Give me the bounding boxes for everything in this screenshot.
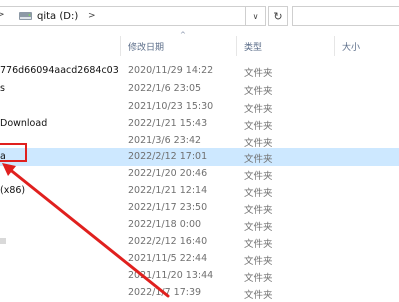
file-type: 文件夹 xyxy=(244,121,273,132)
file-type: 文件夹 xyxy=(244,273,273,284)
refresh-icon: ↻ xyxy=(273,9,283,23)
file-type: 文件夹 xyxy=(244,222,273,233)
file-type: 文件夹 xyxy=(244,154,273,165)
list-item[interactable]: 2022/1/7 17:39 文件夹 xyxy=(0,284,399,302)
file-date: 2022/1/17 23:50 xyxy=(128,202,208,213)
list-item[interactable]: Download 2022/1/21 15:43 文件夹 xyxy=(0,115,399,133)
file-type: 文件夹 xyxy=(244,138,273,149)
list-item[interactable]: 2022/1/20 20:46 文件夹 xyxy=(0,165,399,183)
breadcrumb-separator-2[interactable]: > xyxy=(88,11,96,21)
file-type: 文件夹 xyxy=(244,205,273,216)
item-icon-fragment xyxy=(0,238,6,244)
list-item[interactable]: 2022/1/17 23:50 文件夹 xyxy=(0,199,399,217)
sort-indicator-icon: ^ xyxy=(180,31,186,39)
file-type: 文件夹 xyxy=(244,68,273,79)
list-item[interactable]: s 2022/1/6 23:05 文件夹 xyxy=(0,80,399,98)
file-date: 2022/2/12 16:40 xyxy=(128,236,208,247)
list-item[interactable]: 2021/10/23 15:30 文件夹 xyxy=(0,98,399,116)
list-item[interactable]: 776d66094aacd2684c03 2020/11/29 14:22 文件… xyxy=(0,62,399,80)
column-header-date[interactable]: 修改日期 xyxy=(128,40,164,53)
annotation-highlight-box xyxy=(0,143,27,162)
column-divider[interactable] xyxy=(120,36,121,56)
file-date: 2020/11/29 14:22 xyxy=(128,65,214,76)
file-date: 2022/1/6 23:05 xyxy=(128,83,202,94)
column-divider[interactable] xyxy=(334,36,335,56)
column-header-bar: ^ 修改日期 类型 大小 xyxy=(0,31,399,58)
file-date: 2022/1/21 12:14 xyxy=(128,185,208,196)
file-type: 文件夹 xyxy=(244,104,273,115)
file-date: 2022/2/12 17:01 xyxy=(128,151,208,162)
address-bar: > qita (D:) > ∨ ↻ xyxy=(0,0,399,32)
refresh-button[interactable]: ↻ xyxy=(268,6,288,26)
drive-icon xyxy=(19,12,32,20)
file-date: 2022/1/21 15:43 xyxy=(128,118,208,129)
file-name: (x86) xyxy=(0,185,26,196)
column-header-size[interactable]: 大小 xyxy=(342,40,360,53)
file-type: 文件夹 xyxy=(244,290,273,301)
file-type: 文件夹 xyxy=(244,188,273,199)
file-name: s xyxy=(0,83,5,94)
file-date: 2021/3/6 23:42 xyxy=(128,135,202,146)
file-date: 2021/10/23 15:30 xyxy=(128,101,214,112)
column-header-type[interactable]: 类型 xyxy=(244,40,262,53)
file-date: 2021/11/20 13:44 xyxy=(128,270,214,281)
list-item-selected[interactable]: a 2022/2/12 17:01 文件夹 xyxy=(0,148,399,166)
file-name: Download xyxy=(0,118,48,129)
chevron-down-icon: ∨ xyxy=(252,11,259,21)
list-item[interactable]: 2022/2/12 16:40 文件夹 xyxy=(0,233,399,251)
breadcrumb-separator[interactable]: > xyxy=(0,10,5,20)
file-type: 文件夹 xyxy=(244,171,273,182)
column-divider[interactable] xyxy=(236,36,237,56)
list-item[interactable]: (x86) 2022/1/21 12:14 文件夹 xyxy=(0,182,399,200)
file-date: 2021/11/5 22:44 xyxy=(128,253,208,264)
file-name: 776d66094aacd2684c03 xyxy=(0,65,119,76)
list-item[interactable]: 2022/1/18 0:00 文件夹 xyxy=(0,216,399,234)
file-date: 2022/1/7 17:39 xyxy=(128,287,202,298)
list-item[interactable]: 2021/11/5 22:44 文件夹 xyxy=(0,250,399,268)
file-date: 2022/1/20 20:46 xyxy=(128,168,208,179)
file-type: 文件夹 xyxy=(244,256,273,267)
breadcrumb-drive[interactable]: qita (D:) xyxy=(37,11,78,22)
address-dropdown-button[interactable]: ∨ xyxy=(246,6,266,26)
search-input[interactable] xyxy=(292,6,399,26)
file-date: 2022/1/18 0:00 xyxy=(128,219,202,230)
file-type: 文件夹 xyxy=(244,239,273,250)
file-type: 文件夹 xyxy=(244,86,273,97)
list-item[interactable]: 2021/11/20 13:44 文件夹 xyxy=(0,267,399,285)
address-field[interactable]: > qita (D:) > xyxy=(0,6,246,26)
